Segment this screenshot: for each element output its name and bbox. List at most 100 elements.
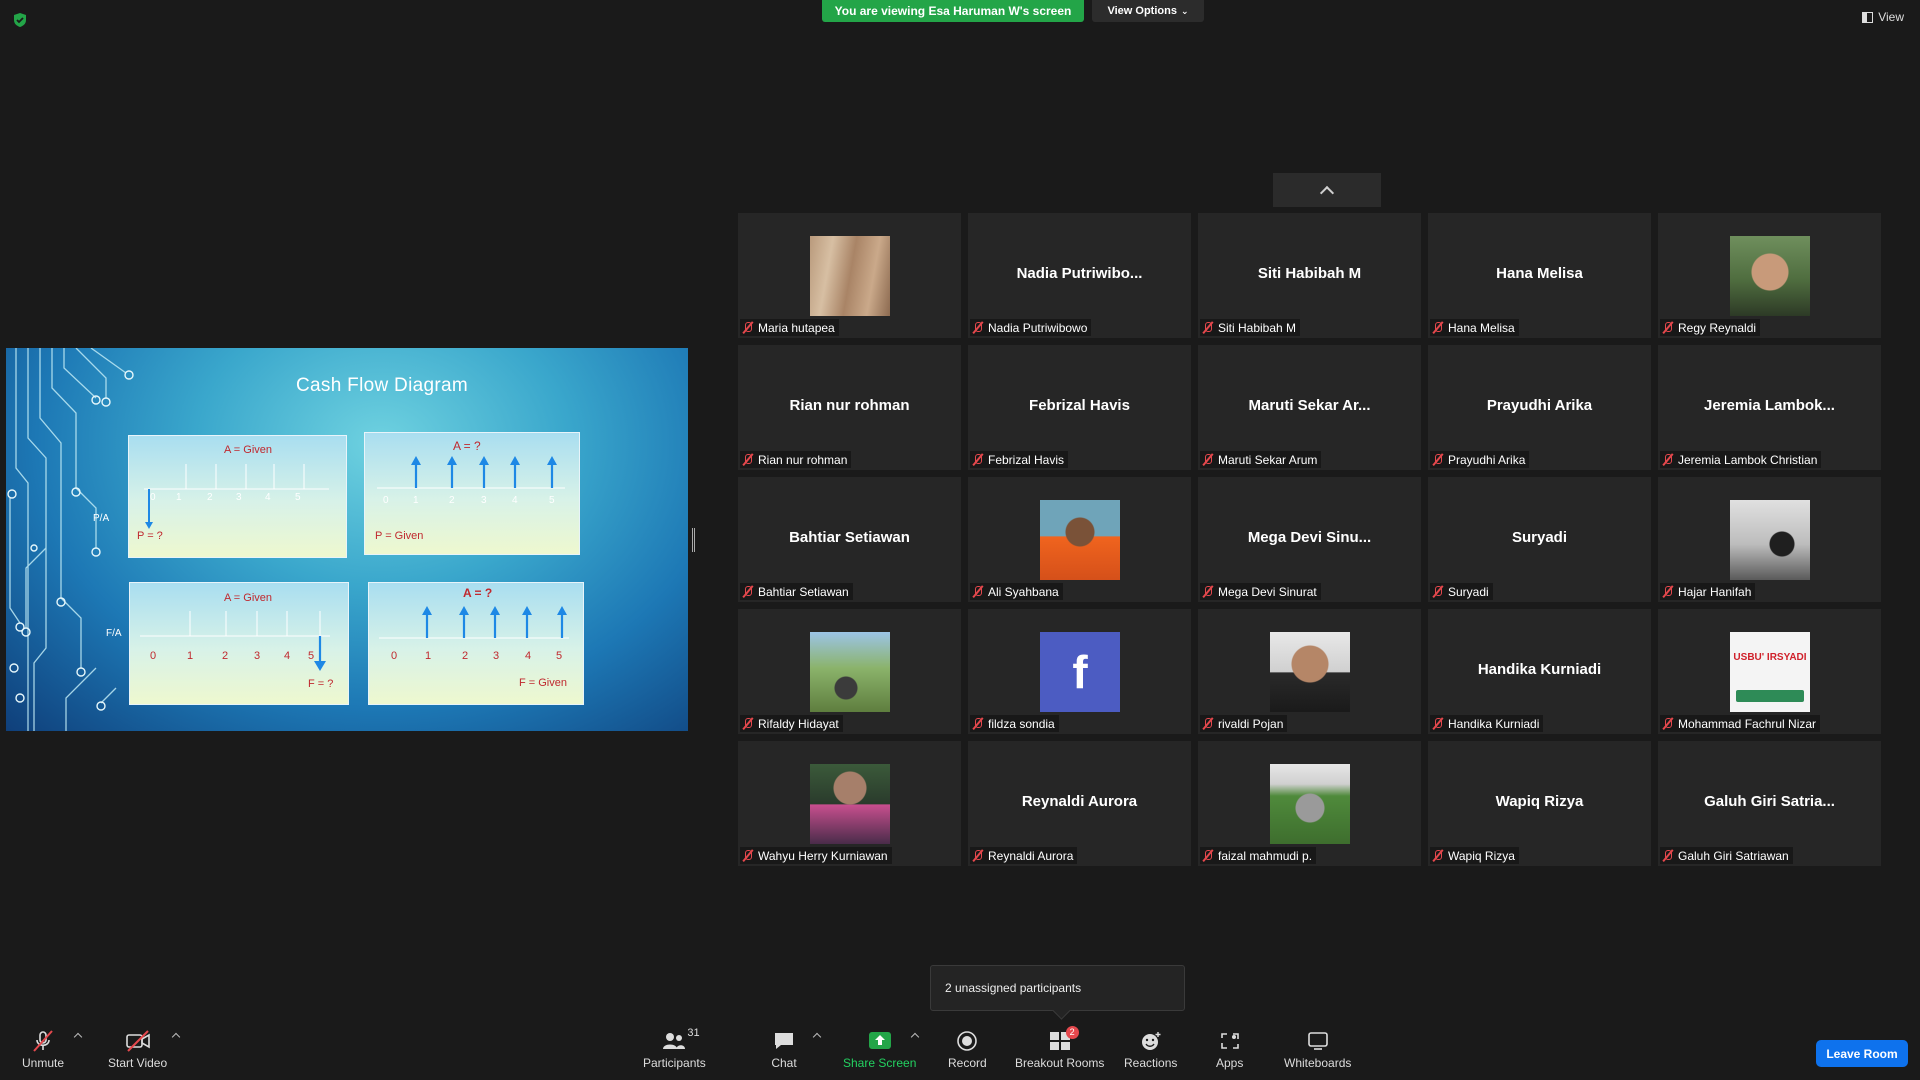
participant-name: Handika Kurniadi xyxy=(1448,716,1540,731)
pa-diagram-svg: 0 1 2 3 4 5 A = Given P = ? xyxy=(137,444,329,542)
participant-display-name: Handika Kurniadi xyxy=(1477,661,1602,678)
participant-tile[interactable]: Wahyu Herry Kurniawan xyxy=(738,741,961,866)
participant-tile[interactable]: Suryadi Suryadi xyxy=(1428,477,1651,602)
participant-tile[interactable]: Reynaldi Aurora Reynaldi Aurora xyxy=(968,741,1191,866)
muted-microphone-icon xyxy=(972,717,984,731)
participant-tile[interactable]: Jeremia Lambok... Jeremia Lambok Christia… xyxy=(1658,345,1881,470)
participant-name-label: Handika Kurniadi xyxy=(1430,715,1544,732)
video-options-caret-icon[interactable] xyxy=(171,1032,181,1042)
ap-top-label: A = ? xyxy=(453,439,481,453)
participant-tile[interactable]: Wapiq Rizya Wapiq Rizya xyxy=(1428,741,1651,866)
participant-tile[interactable]: Ali Syahbana xyxy=(968,477,1191,602)
af-bottom-label: F = Given xyxy=(519,677,567,689)
fa-tick-3: 3 xyxy=(254,650,260,662)
participant-tile[interactable]: rivaldi Pojan xyxy=(1198,609,1421,734)
view-button[interactable]: View xyxy=(1862,10,1904,24)
chevron-up-icon xyxy=(1319,185,1335,201)
muted-microphone-icon xyxy=(1202,717,1214,731)
whiteboards-button[interactable]: Whiteboards xyxy=(1284,1030,1351,1070)
muted-microphone-icon xyxy=(1432,849,1444,863)
pa-tick-0: 0 xyxy=(150,492,156,503)
participant-name: Siti Habibah M xyxy=(1218,320,1297,335)
participant-tile[interactable]: Prayudhi Arika Prayudhi Arika xyxy=(1428,345,1651,470)
participant-name-label: Rifaldy Hidayat xyxy=(740,715,843,732)
leave-room-button[interactable]: Leave Room xyxy=(1816,1040,1908,1067)
reactions-label: Reactions xyxy=(1124,1056,1178,1070)
participant-tile[interactable]: USBU' IRSYADI Mohammad Fachrul Nizar xyxy=(1658,609,1881,734)
participant-name: Jeremia Lambok Christian xyxy=(1678,452,1818,467)
participant-name-label: fildza sondia xyxy=(970,715,1059,732)
participant-tile[interactable]: Hajar Hanifah xyxy=(1658,477,1881,602)
gallery-scroll-up-button[interactable] xyxy=(1273,173,1381,207)
apps-button[interactable]: Apps xyxy=(1216,1030,1243,1070)
participant-video-thumbnail xyxy=(1270,632,1350,712)
poster-decoration xyxy=(1736,690,1804,702)
participant-tile[interactable]: Maria hutapea xyxy=(738,213,961,338)
participant-name-label: Wahyu Herry Kurniawan xyxy=(740,847,892,864)
breakout-rooms-button[interactable]: 2 Breakout Rooms xyxy=(1015,1026,1104,1070)
participant-name: Maruti Sekar Arum xyxy=(1218,452,1318,467)
muted-microphone-icon xyxy=(972,321,984,335)
participant-name: Regy Reynaldi xyxy=(1678,320,1757,335)
ap-tick-5: 5 xyxy=(549,495,555,506)
participant-display-name: Jeremia Lambok... xyxy=(1704,397,1835,414)
breakout-rooms-icon: 2 xyxy=(1047,1026,1079,1052)
fa-bottom-label: F = ? xyxy=(308,678,333,690)
pa-tick-5: 5 xyxy=(295,492,301,503)
participant-name: rivaldi Pojan xyxy=(1218,716,1284,731)
participant-name: Mohammad Fachrul Nizar xyxy=(1678,716,1817,731)
start-video-button[interactable]: Start Video xyxy=(108,1030,167,1070)
participant-tile[interactable]: Nadia Putriwibo... Nadia Putriwibowo xyxy=(968,213,1191,338)
participant-video-thumbnail xyxy=(810,764,890,844)
participant-name-label: Hajar Hanifah xyxy=(1660,583,1756,600)
af-diagram-svg: 0 1 2 3 4 5 A = ? F = Given xyxy=(379,586,569,689)
unmute-label: Unmute xyxy=(22,1056,65,1070)
participants-button[interactable]: 31 Participants xyxy=(643,1027,706,1070)
participant-tile[interactable]: Regy Reynaldi xyxy=(1658,213,1881,338)
af-tick-3: 3 xyxy=(493,650,499,662)
muted-microphone-icon xyxy=(1202,849,1214,863)
af-tick-1: 1 xyxy=(425,650,431,662)
unmute-button[interactable]: Unmute xyxy=(22,1030,64,1070)
muted-microphone-icon xyxy=(1662,321,1674,335)
participant-tile[interactable]: Handika Kurniadi Handika Kurniadi xyxy=(1428,609,1651,734)
muted-microphone-icon xyxy=(1662,585,1674,599)
slide-title: Cash Flow Diagram xyxy=(296,375,468,396)
participant-tile[interactable]: Rian nur rohman Rian nur rohman xyxy=(738,345,961,470)
participant-display-name: Rian nur rohman xyxy=(789,397,910,414)
participant-name: Reynaldi Aurora xyxy=(988,848,1074,863)
ap-tick-3: 3 xyxy=(481,495,487,506)
audio-options-caret-icon[interactable] xyxy=(73,1032,83,1042)
reactions-button[interactable]: Reactions xyxy=(1124,1030,1177,1070)
share-screen-button[interactable]: Share Screen xyxy=(843,1030,916,1070)
chat-options-caret-icon[interactable] xyxy=(812,1032,822,1042)
participant-tile[interactable]: Bahtiar Setiawan Bahtiar Setiawan xyxy=(738,477,961,602)
fa-top-label: A = Given xyxy=(224,592,272,604)
record-button[interactable]: Record xyxy=(948,1030,987,1070)
participant-tile[interactable]: faizal mahmudi p. xyxy=(1198,741,1421,866)
participant-tile[interactable]: Siti Habibah M Siti Habibah M xyxy=(1198,213,1421,338)
af-tick-5: 5 xyxy=(556,650,562,662)
participant-tile[interactable]: Mega Devi Sinu... Mega Devi Sinurat xyxy=(1198,477,1421,602)
chat-button[interactable]: Chat xyxy=(771,1030,797,1070)
participant-name: Febrizal Havis xyxy=(988,452,1065,467)
participant-video-thumbnail xyxy=(1730,500,1810,580)
diagram-panel-ap: 0 1 2 3 4 5 A = ? P = Given xyxy=(364,432,580,555)
breakout-rooms-badge: 2 xyxy=(1065,1026,1079,1039)
participant-name-label: Wapiq Rizya xyxy=(1430,847,1519,864)
view-options-button[interactable]: View Options ⌄ xyxy=(1092,0,1204,22)
participant-tile[interactable]: Hana Melisa Hana Melisa xyxy=(1428,213,1651,338)
participant-display-name: Galuh Giri Satria... xyxy=(1704,793,1835,810)
participant-tile[interactable]: f fildza sondia xyxy=(968,609,1191,734)
participant-tile[interactable]: Rifaldy Hidayat xyxy=(738,609,961,734)
participant-name: Nadia Putriwibowo xyxy=(988,320,1088,335)
meeting-toolbar: Unmute Start Video 31 Participants Chat xyxy=(0,1020,1920,1080)
viewing-screen-banner: You are viewing Esa Haruman W's screen xyxy=(822,0,1084,22)
security-shield-icon[interactable] xyxy=(12,12,28,28)
participant-tile[interactable]: Febrizal Havis Febrizal Havis xyxy=(968,345,1191,470)
participant-tile[interactable]: Maruti Sekar Ar... Maruti Sekar Arum xyxy=(1198,345,1421,470)
split-resize-handle[interactable] xyxy=(692,528,695,552)
participant-tile[interactable]: Galuh Giri Satria... Galuh Giri Satriawan xyxy=(1658,741,1881,866)
participant-name-label: Rian nur rohman xyxy=(740,451,852,468)
af-tick-4: 4 xyxy=(525,650,531,662)
